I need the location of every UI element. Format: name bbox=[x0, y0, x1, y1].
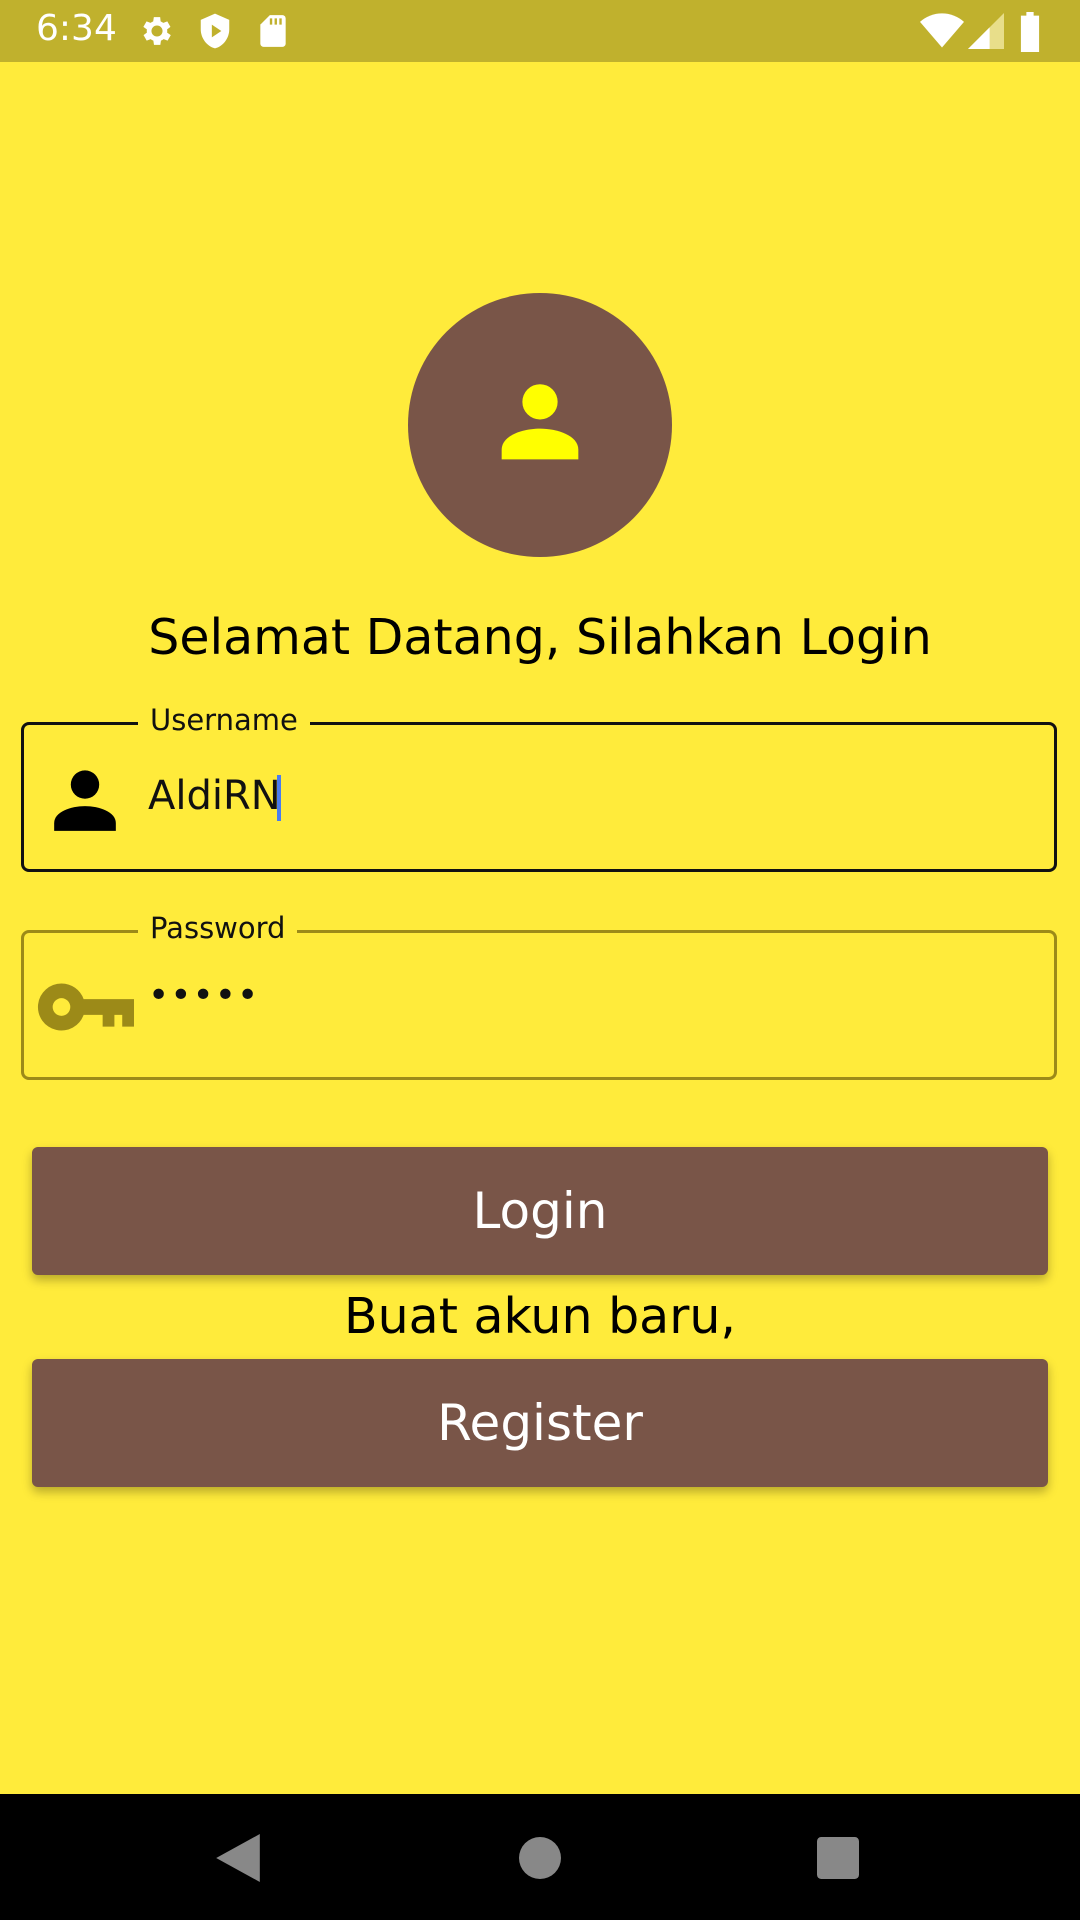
avatar bbox=[408, 293, 672, 557]
register-hint: Buat akun baru, bbox=[344, 1288, 736, 1345]
username-label: Username bbox=[138, 703, 310, 737]
back-icon[interactable] bbox=[216, 1834, 260, 1882]
welcome-title: Selamat Datang, Silahkan Login bbox=[148, 609, 932, 666]
recents-icon[interactable] bbox=[817, 1837, 859, 1879]
sd-card-icon bbox=[260, 15, 286, 47]
status-bar: 6:34 bbox=[0, 0, 1080, 62]
login-button[interactable]: Login bbox=[32, 1147, 1048, 1275]
person-icon bbox=[501, 384, 579, 460]
home-icon[interactable] bbox=[519, 1837, 561, 1879]
person-icon bbox=[54, 770, 116, 831]
username-field[interactable]: Username AldiRN bbox=[21, 703, 1057, 872]
shield-play-icon bbox=[200, 13, 230, 49]
status-time: 6:34 bbox=[36, 8, 117, 49]
password-field[interactable]: Password ••••• bbox=[21, 911, 1057, 1080]
register-button[interactable]: Register bbox=[32, 1359, 1048, 1487]
login-screen: Selamat Datang, Silahkan Login Username … bbox=[0, 62, 1080, 1794]
key-icon bbox=[37, 983, 134, 1031]
text-cursor bbox=[277, 775, 281, 821]
password-input[interactable]: ••••• bbox=[148, 975, 259, 1016]
gear-icon bbox=[143, 17, 171, 45]
wifi-icon bbox=[920, 13, 964, 48]
username-input[interactable]: AldiRN bbox=[148, 773, 281, 819]
navigation-bar bbox=[0, 1794, 1080, 1920]
battery-icon bbox=[1020, 12, 1040, 52]
signal-icon bbox=[968, 13, 1004, 49]
password-label: Password bbox=[138, 911, 298, 945]
